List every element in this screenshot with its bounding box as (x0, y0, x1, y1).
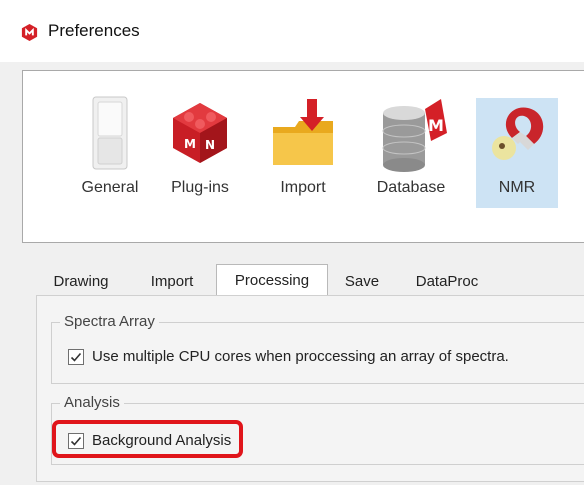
highlight-annotation (52, 420, 243, 458)
database-icon: M (382, 99, 447, 172)
tab-import[interactable]: Import (132, 272, 212, 296)
svg-text:N: N (205, 138, 215, 152)
page-database[interactable]: M Database (357, 71, 465, 242)
page-plugins-label: Plug-ins (171, 179, 229, 196)
use-multiple-cores-checkbox[interactable] (68, 348, 84, 365)
app-logo-icon (21, 23, 38, 42)
tab-strip: Drawing Import Processing Save DataProc (36, 264, 584, 297)
page-plugins[interactable]: M N Plug-ins (155, 71, 245, 242)
title-bar: Preferences (0, 0, 584, 62)
tab-processing[interactable]: Processing (216, 264, 328, 297)
page-nmr-label: NMR (498, 179, 536, 196)
window-title: Preferences (48, 21, 140, 40)
page-import[interactable]: Import (261, 71, 345, 242)
page-general-label: General (81, 179, 139, 196)
use-multiple-cores-label: Use multiple CPU cores when proccessing … (92, 348, 509, 365)
analysis-title: Analysis (60, 394, 124, 411)
tab-save[interactable]: Save (332, 272, 392, 296)
page-import-label: Import (280, 179, 326, 196)
page-nmr[interactable]: NMR (476, 98, 558, 208)
import-folder-icon (273, 99, 333, 165)
spectra-array-group: Spectra Array Use multiple CPU cores whe… (51, 313, 584, 384)
svg-text:M: M (428, 116, 444, 135)
plugins-dice-icon: M N (173, 103, 227, 163)
svg-text:M: M (184, 137, 196, 151)
nmr-magnet-icon (492, 107, 544, 160)
preference-pages: General M N Plug-ins Import M Database N… (22, 70, 584, 243)
spectra-array-title: Spectra Array (60, 313, 159, 330)
page-general[interactable]: General (61, 71, 159, 242)
general-switch-icon (92, 96, 128, 170)
tab-drawing[interactable]: Drawing (36, 272, 126, 296)
checkmark-icon (70, 352, 82, 362)
page-database-label: Database (376, 179, 446, 196)
use-multiple-cores-row[interactable]: Use multiple CPU cores when proccessing … (68, 348, 509, 365)
tab-dataproc[interactable]: DataProc (402, 272, 492, 296)
